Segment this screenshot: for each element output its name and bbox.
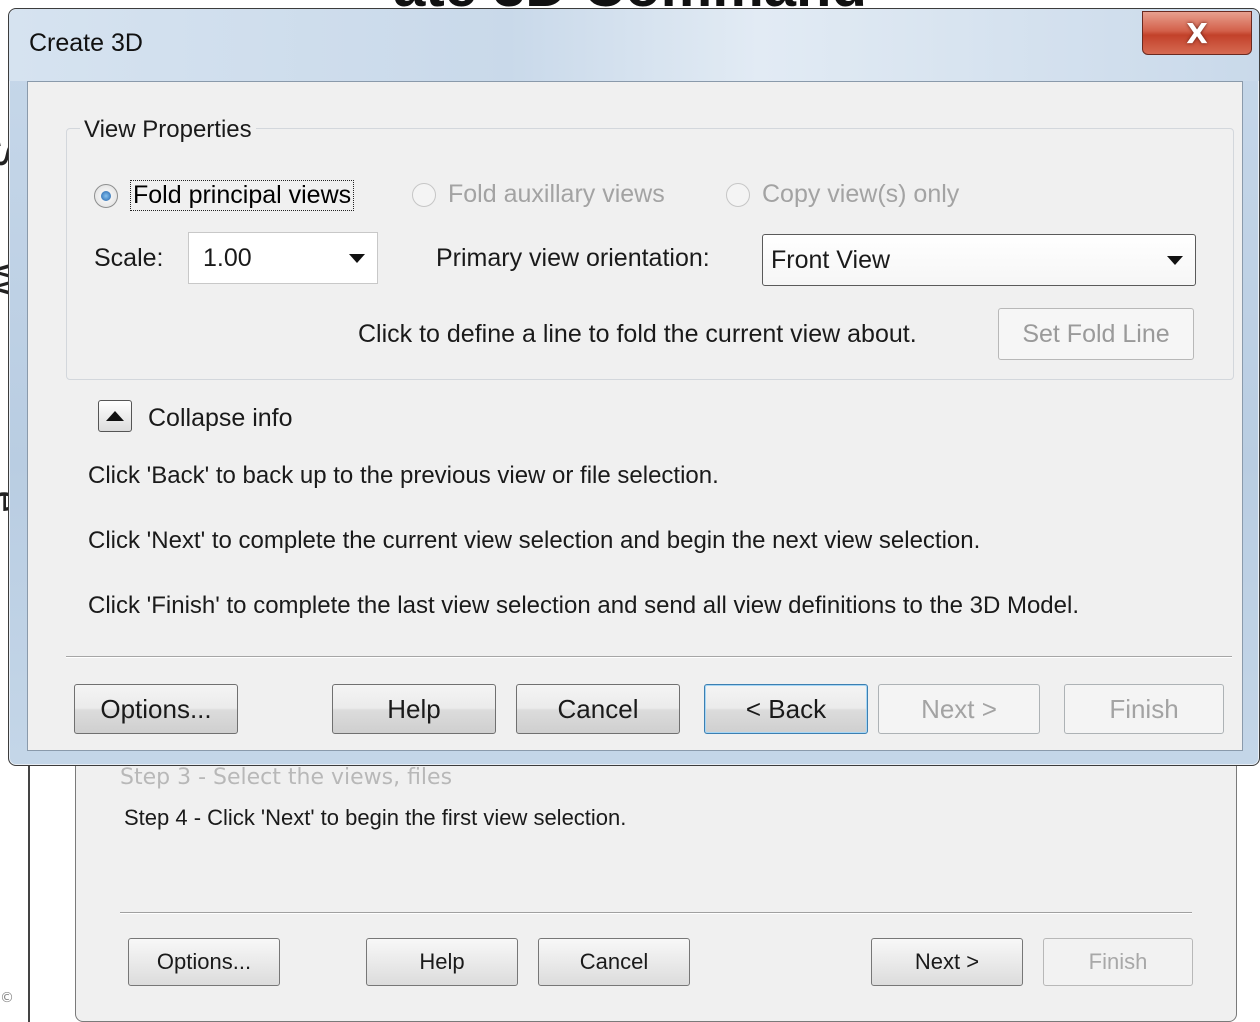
chevron-up-icon — [106, 411, 124, 421]
radio-selected-icon — [94, 183, 118, 208]
radio-fold-principal-views[interactable]: Fold principal views — [94, 180, 355, 211]
radio-label: Fold auxillary views — [448, 180, 665, 208]
cancel-button[interactable]: Cancel — [516, 684, 680, 734]
title-bar[interactable]: Create 3D X — [9, 9, 1259, 81]
dialog-title: Create 3D — [29, 29, 143, 57]
scale-combobox[interactable]: 1.00 — [188, 232, 378, 284]
view-properties-legend: View Properties — [80, 116, 256, 144]
scale-value: 1.00 — [203, 243, 252, 272]
background-step-text: Step 4 - Click 'Next' to begin the first… — [124, 805, 627, 830]
background-finish-button: Finish — [1043, 938, 1193, 986]
background-help-button[interactable]: Help — [366, 938, 518, 986]
close-button[interactable]: X — [1142, 11, 1252, 55]
fold-line-hint: Click to define a line to fold the curre… — [358, 320, 917, 348]
radio-label: Copy view(s) only — [762, 180, 960, 208]
radio-copy-views-only[interactable]: Copy view(s) only — [726, 180, 959, 209]
orientation-select[interactable]: Front View — [762, 234, 1196, 286]
background-faded-text: Step 3 - Select the views, files — [120, 765, 453, 790]
back-button[interactable]: < Back — [704, 684, 868, 734]
next-button: Next > — [878, 684, 1040, 734]
help-button[interactable]: Help — [332, 684, 496, 734]
info-line-back: Click 'Back' to back up to the previous … — [88, 462, 719, 489]
chevron-down-icon[interactable] — [1167, 256, 1183, 265]
create-3d-dialog: Create 3D X View Properties Fold princip… — [8, 8, 1260, 766]
scale-label: Scale: — [94, 244, 164, 272]
collapse-info-button[interactable] — [98, 400, 132, 432]
background-next-button[interactable]: Next > — [871, 938, 1023, 986]
orientation-value: Front View — [771, 245, 891, 274]
radio-unselected-icon — [726, 182, 750, 207]
options-button[interactable]: Options... — [74, 684, 238, 734]
background-cancel-button[interactable]: Cancel — [538, 938, 690, 986]
chevron-down-icon[interactable] — [349, 254, 365, 263]
collapse-info-label: Collapse info — [148, 404, 293, 432]
radio-label: Fold principal views — [130, 180, 355, 211]
copyright-mark: © — [0, 990, 14, 1006]
background-options-button[interactable]: Options... — [128, 938, 280, 986]
finish-button: Finish — [1064, 684, 1224, 734]
background-separator — [120, 912, 1192, 914]
radio-fold-auxillary-views[interactable]: Fold auxillary views — [412, 180, 665, 209]
radio-unselected-icon — [412, 182, 436, 207]
info-line-finish: Click 'Finish' to complete the last view… — [88, 592, 1079, 619]
close-icon: X — [1186, 16, 1208, 50]
info-line-next: Click 'Next' to complete the current vie… — [88, 527, 981, 554]
button-separator — [66, 656, 1232, 658]
orientation-label: Primary view orientation: — [436, 244, 710, 272]
dialog-client-area: View Properties Fold principal views Fol… — [27, 81, 1243, 751]
set-fold-line-button: Set Fold Line — [998, 308, 1194, 360]
